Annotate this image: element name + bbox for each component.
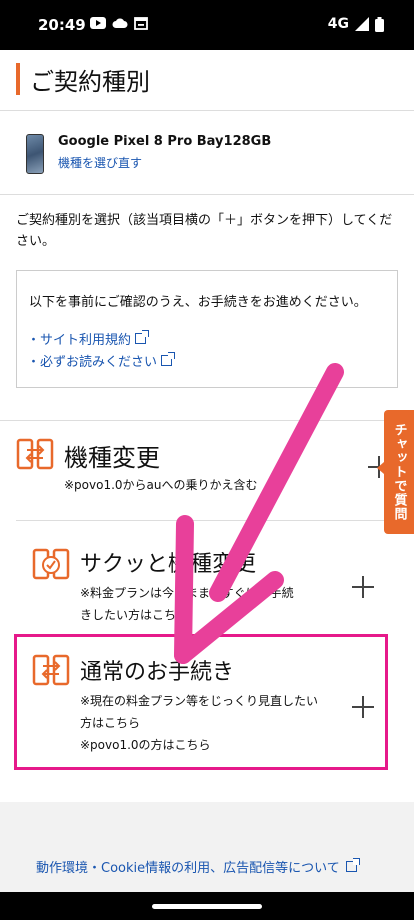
system-icons: 4G (328, 16, 384, 32)
device-swap-icon (16, 438, 54, 470)
youtube-icon (90, 17, 106, 29)
footer-info-link[interactable]: 動作環境・Cookie情報の利用、広告配信等について (36, 857, 360, 876)
cloud-icon (112, 18, 128, 28)
must-read-link[interactable]: ・必ずお読みください (27, 351, 176, 370)
expand-plus-button[interactable] (352, 576, 374, 598)
external-link-icon (135, 330, 150, 344)
calendar-icon (134, 17, 148, 30)
option-desc-line: きしたい方はこちら (80, 608, 189, 622)
terms-link-label: ・サイト利用規約 (27, 333, 132, 348)
page: ご契約種別 Google Pixel 8 Pro Bay128GB 機種を選び直… (0, 50, 414, 892)
home-gesture-handle[interactable] (152, 904, 262, 909)
must-read-link-label: ・必ずお読みください (27, 355, 158, 370)
page-title-text: ご契約種別 (30, 67, 150, 96)
highlight-frame (14, 634, 388, 770)
option-desc-line: ※povo1.0からauへの乗りかえ含む (64, 478, 258, 492)
navigation-bar (0, 892, 414, 920)
footer: 動作環境・Cookie情報の利用、広告配信等について (0, 802, 414, 892)
divider (16, 520, 398, 521)
quick-change-icon (32, 548, 70, 580)
selected-device: Google Pixel 8 Pro Bay128GB 機種を選び直す (0, 110, 414, 194)
battery-icon (375, 16, 384, 32)
status-bar: 20:49 4G (0, 0, 414, 50)
option-label: サクッと機種変更 (80, 552, 257, 577)
footer-link-label: 動作環境・Cookie情報の利用、広告配信等について (36, 861, 340, 876)
chat-question-tab[interactable]: チャットで質問 (384, 410, 414, 534)
notification-icons (90, 16, 148, 30)
divider (0, 194, 414, 195)
signal-icon (355, 17, 369, 31)
chat-tab-pointer (377, 462, 384, 474)
instruction-text: ご契約種別を選択（該当項目横の「＋」ボタンを押下）してください。 (16, 213, 393, 249)
external-link-icon (345, 858, 360, 872)
option-desc-line: ※料金プランは今のまま、すぐにお手続 (80, 586, 294, 600)
status-time: 20:49 (38, 16, 86, 34)
phone-thumbnail-icon (26, 134, 44, 174)
divider (0, 420, 414, 421)
network-type: 4G (327, 16, 349, 32)
notice-text: 以下を事前にご確認のうえ、お手続きをお進めください。 (29, 295, 367, 310)
reselect-device-link[interactable]: 機種を選び直す (58, 154, 142, 171)
notice-box: 以下を事前にご確認のうえ、お手続きをお進めください。 ・サイト利用規約 ・必ずお… (16, 270, 398, 388)
option-quick-model-change[interactable]: サクッと機種変更 ※料金プランは今のまま、すぐにお手続 きしたい方はこちら (32, 544, 402, 630)
device-model: Google Pixel 8 Pro Bay128GB (58, 134, 272, 149)
option-model-change[interactable]: 機種変更 ※povo1.0からauへの乗りかえ含む (16, 434, 406, 514)
external-link-icon (161, 352, 176, 366)
option-label: 機種変更 (64, 444, 160, 472)
page-title: ご契約種別 (16, 62, 150, 96)
title-accent-bar (16, 63, 20, 95)
terms-link[interactable]: ・サイト利用規約 (27, 329, 150, 348)
